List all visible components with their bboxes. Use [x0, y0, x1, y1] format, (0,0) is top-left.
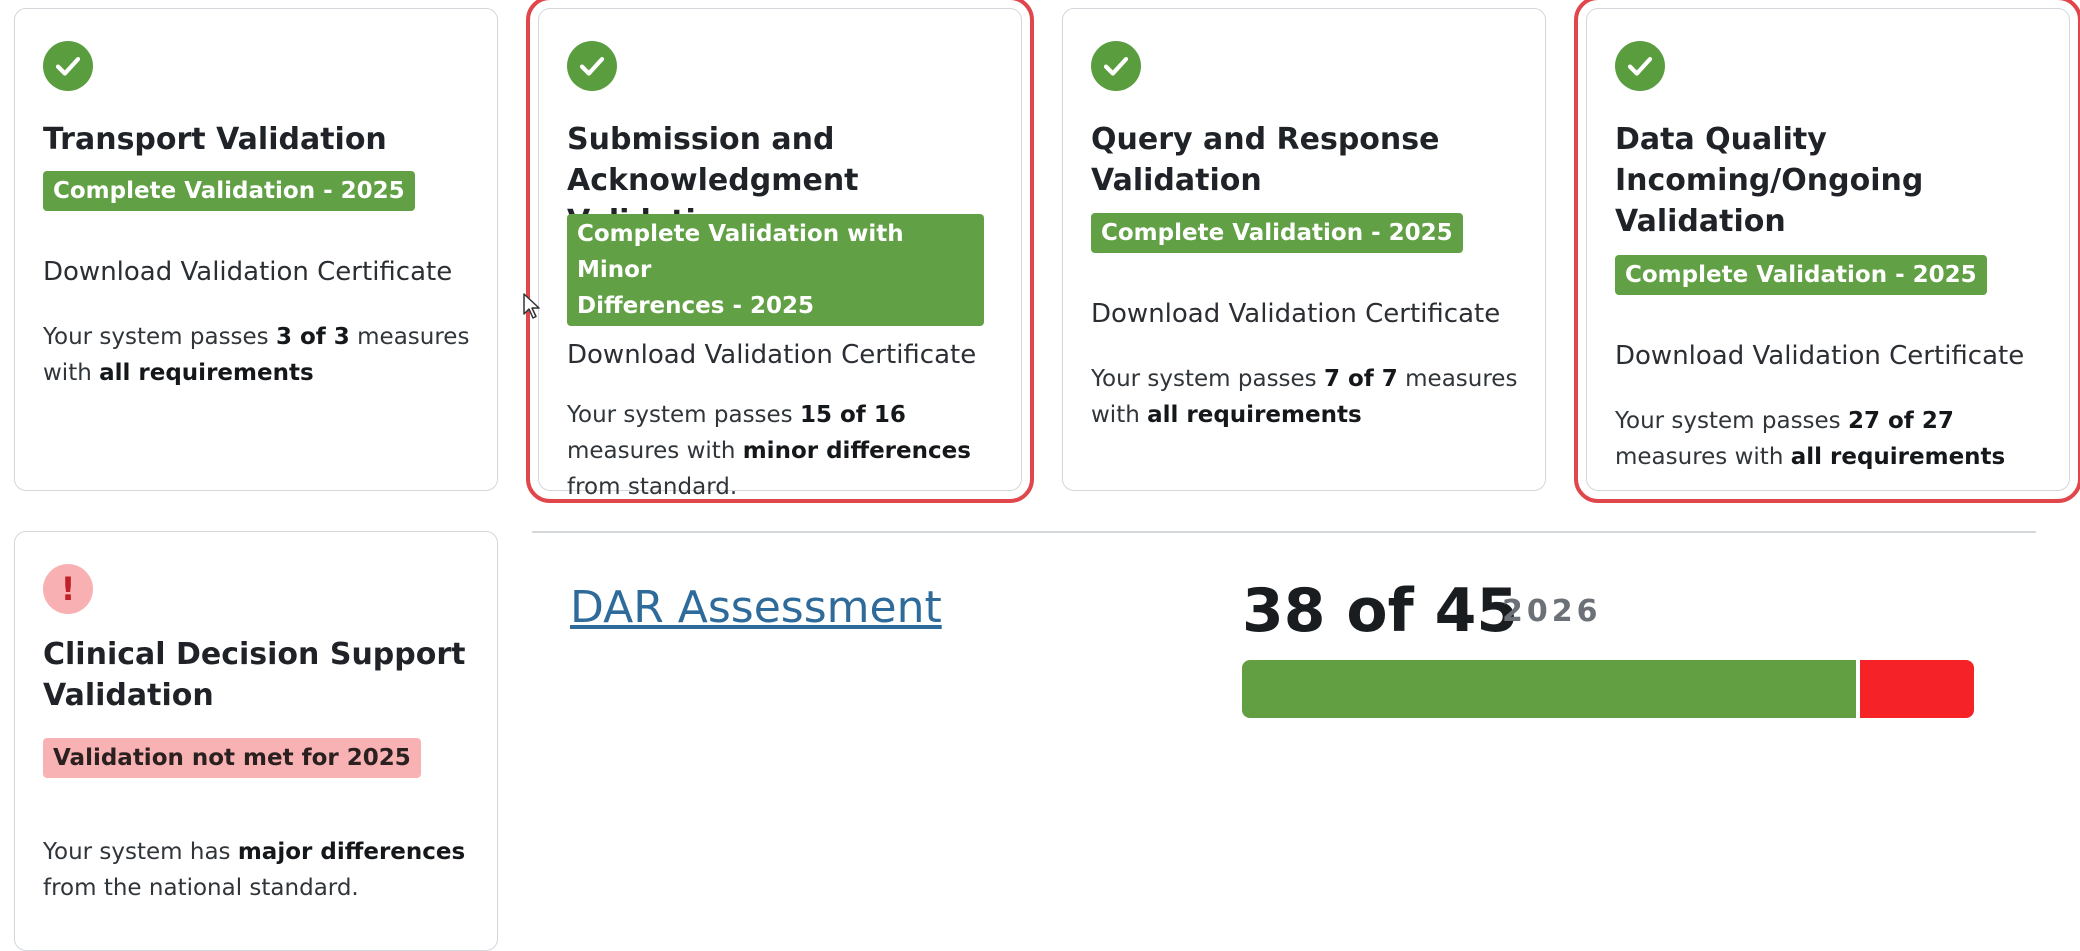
- data-quality-validation-card: Data Quality Incoming/Ongoing Validation…: [1574, 0, 2080, 503]
- check-circle-icon: [43, 41, 93, 91]
- dar-year: 2026: [1502, 594, 1602, 629]
- transport-validation-card: Transport Validation Complete Validation…: [14, 8, 498, 491]
- status-badge: Validation not met for 2025: [43, 738, 421, 778]
- query-response-validation-card: Query and Response Validation Complete V…: [1062, 8, 1546, 491]
- card-title: Data Quality Incoming/Ongoing Validation: [1615, 122, 1924, 239]
- status-badge: Complete Validation - 2025: [1091, 213, 1463, 253]
- download-certificate-link[interactable]: Download Validation Certificate: [1091, 299, 1500, 329]
- download-certificate-link[interactable]: Download Validation Certificate: [567, 340, 976, 370]
- card-title: Transport Validation: [43, 122, 387, 157]
- mouse-cursor-icon: [523, 293, 540, 319]
- check-circle-icon: [567, 41, 617, 91]
- dar-score: 38 of 45: [1242, 576, 1519, 646]
- card-description: Your system passes 7 of 7 measures with …: [1091, 366, 1518, 428]
- status-badge: Complete Validation - 2025: [43, 171, 415, 211]
- clinical-decision-support-validation-card: ! Clinical Decision Support Validation V…: [14, 531, 498, 951]
- submission-acknowledgment-validation-card: Submission and Acknowledgment Validation…: [526, 0, 1034, 503]
- dar-progress-passed: [1242, 660, 1861, 718]
- dar-progress-failed: [1860, 660, 1974, 718]
- card-description: Your system passes 27 of 27 measures wit…: [1615, 408, 2006, 470]
- exclamation-circle-icon: !: [43, 564, 93, 614]
- status-badge: Complete Validation with Minor Differenc…: [567, 214, 984, 326]
- download-certificate-link[interactable]: Download Validation Certificate: [1615, 341, 2024, 371]
- check-circle-icon: [1615, 41, 1665, 91]
- status-badge: Complete Validation - 2025: [1615, 255, 1987, 295]
- section-divider: [532, 531, 2036, 533]
- check-circle-icon: [1091, 41, 1141, 91]
- download-certificate-link[interactable]: Download Validation Certificate: [43, 257, 452, 287]
- card-title: Query and Response Validation: [1091, 122, 1440, 198]
- card-description: Your system passes 3 of 3 measures with …: [43, 324, 470, 386]
- dar-assessment-link[interactable]: DAR Assessment: [570, 582, 942, 633]
- dar-progress-bar: [1242, 660, 1974, 718]
- card-title: Clinical Decision Support Validation: [43, 637, 466, 713]
- card-description: Your system has major differences from t…: [43, 839, 466, 901]
- card-description: Your system passes 15 of 16 measures wit…: [567, 402, 971, 500]
